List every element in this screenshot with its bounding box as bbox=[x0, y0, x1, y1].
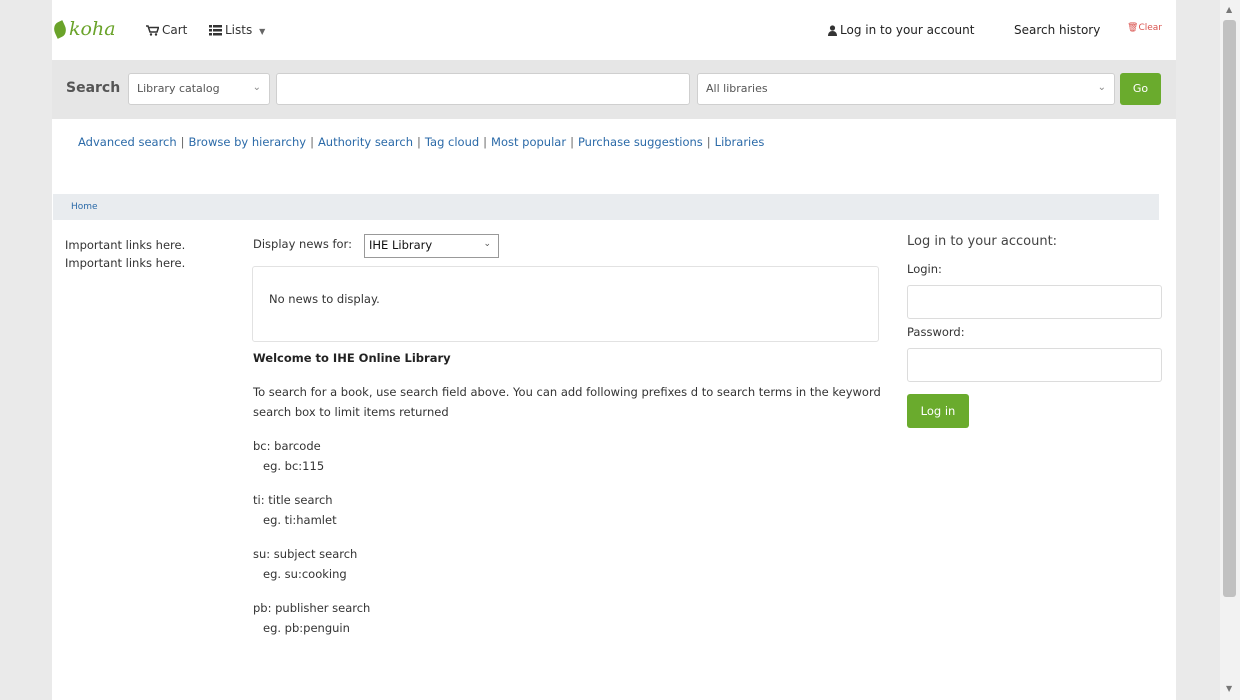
prefix-name: pb: publisher search bbox=[253, 601, 371, 615]
purchase-suggestions-link[interactable]: Purchase suggestions bbox=[578, 135, 703, 149]
scroll-up-icon[interactable]: ▲ bbox=[1226, 5, 1232, 14]
scroll-down-icon[interactable]: ▼ bbox=[1226, 684, 1232, 693]
news-panel: No news to display. bbox=[252, 266, 879, 342]
advanced-search-link[interactable]: Advanced search bbox=[78, 135, 177, 149]
scrollbar-thumb[interactable] bbox=[1223, 20, 1236, 597]
important-link[interactable]: Important links here. bbox=[65, 236, 185, 254]
login-label: Login: bbox=[907, 262, 942, 276]
prefix-name: bc: barcode bbox=[253, 439, 321, 453]
prefix-item: bc: barcode eg. bc:115 bbox=[253, 436, 893, 476]
separator: | bbox=[706, 135, 711, 149]
news-empty-text: No news to display. bbox=[269, 292, 380, 306]
login-panel: Log in to your account: Login: Password:… bbox=[907, 234, 1163, 428]
trash-icon: 🗑 bbox=[1127, 23, 1139, 33]
important-link[interactable]: Important links here. bbox=[65, 254, 185, 272]
login-link[interactable]: Log in to your account bbox=[828, 23, 974, 37]
logo-text: koha bbox=[69, 18, 116, 40]
breadcrumb-home-link[interactable]: Home bbox=[71, 202, 98, 212]
search-type-select[interactable]: Library catalog ⌄ bbox=[128, 73, 270, 105]
list-icon bbox=[209, 25, 222, 36]
login-panel-title: Log in to your account: bbox=[907, 234, 1058, 249]
chevron-down-icon: ⌄ bbox=[252, 82, 261, 93]
login-link-label: Log in to your account bbox=[840, 23, 975, 37]
prefix-item: ti: title search eg. ti:hamlet bbox=[253, 490, 893, 530]
search-input[interactable] bbox=[276, 73, 690, 105]
clear-history-link[interactable]: 🗑Clear bbox=[1127, 23, 1162, 33]
cart-icon bbox=[146, 25, 159, 36]
main-content: Welcome to IHE Online Library To search … bbox=[253, 348, 893, 652]
prefix-example: eg. ti:hamlet bbox=[263, 513, 337, 527]
top-navbar: koha Cart Lists ▼ Log in to your account… bbox=[51, 0, 1176, 60]
intro-text: To search for a book, use search field a… bbox=[253, 385, 881, 419]
welcome-heading: Welcome to IHE Online Library bbox=[253, 351, 451, 365]
tag-cloud-link[interactable]: Tag cloud bbox=[425, 135, 479, 149]
separator: | bbox=[570, 135, 574, 149]
most-popular-link[interactable]: Most popular bbox=[491, 135, 566, 149]
cart-button[interactable]: Cart bbox=[146, 23, 187, 37]
search-history-link[interactable]: Search history bbox=[1014, 23, 1100, 37]
left-sidebar: Important links here. Important links he… bbox=[65, 236, 185, 272]
search-bar: Search Library catalog ⌄ All libraries ⌄… bbox=[52, 60, 1176, 119]
page-scrollbar[interactable]: ▲ ▼ bbox=[1220, 0, 1240, 700]
breadcrumb: Home bbox=[53, 194, 1159, 220]
search-type-value: Library catalog bbox=[137, 82, 220, 95]
news-library-select[interactable]: IHE Library ⌄ bbox=[364, 234, 499, 258]
more-searches: Advanced search | Browse by hierarchy | Auth… bbox=[78, 135, 764, 149]
go-button[interactable]: Go bbox=[1120, 73, 1161, 105]
lists-dropdown[interactable]: Lists ▼ bbox=[209, 23, 265, 37]
login-button[interactable]: Log in bbox=[907, 394, 969, 428]
authority-search-link[interactable]: Authority search bbox=[318, 135, 413, 149]
prefix-item: pb: publisher search eg. pb:penguin bbox=[253, 598, 893, 638]
clear-label: Clear bbox=[1138, 23, 1162, 33]
page: koha Cart Lists ▼ Log in to your account… bbox=[51, 0, 1176, 700]
prefix-example: eg. bc:115 bbox=[263, 459, 325, 473]
prefix-name: ti: title search bbox=[253, 493, 333, 507]
chevron-down-icon: ⌄ bbox=[483, 239, 491, 249]
library-select-value: All libraries bbox=[706, 82, 768, 95]
search-label: Search bbox=[66, 80, 121, 96]
password-input[interactable] bbox=[907, 348, 1162, 382]
prefix-name: su: subject search bbox=[253, 547, 358, 561]
library-select[interactable]: All libraries ⌄ bbox=[697, 73, 1115, 105]
koha-logo[interactable]: koha bbox=[51, 18, 116, 40]
lists-label: Lists bbox=[225, 23, 253, 37]
prefix-example: eg. pb:penguin bbox=[263, 621, 350, 635]
prefix-example: eg. su:cooking bbox=[263, 567, 347, 581]
separator: | bbox=[310, 135, 314, 149]
cart-label: Cart bbox=[162, 23, 188, 37]
chevron-down-icon: ⌄ bbox=[1097, 82, 1106, 93]
news-filter-label: Display news for: bbox=[253, 237, 352, 251]
separator: | bbox=[483, 135, 488, 149]
login-input[interactable] bbox=[907, 285, 1162, 319]
prefix-item: su: subject search eg. su:cooking bbox=[253, 544, 893, 584]
separator: | bbox=[417, 135, 421, 149]
libraries-link[interactable]: Libraries bbox=[715, 135, 765, 149]
leaf-icon bbox=[51, 20, 69, 39]
user-icon bbox=[828, 25, 837, 36]
news-library-value: IHE Library bbox=[369, 238, 433, 252]
caret-down-icon: ▼ bbox=[259, 27, 266, 36]
password-label: Password: bbox=[907, 325, 965, 339]
separator: | bbox=[180, 135, 185, 149]
browse-hierarchy-link[interactable]: Browse by hierarchy bbox=[189, 135, 307, 149]
